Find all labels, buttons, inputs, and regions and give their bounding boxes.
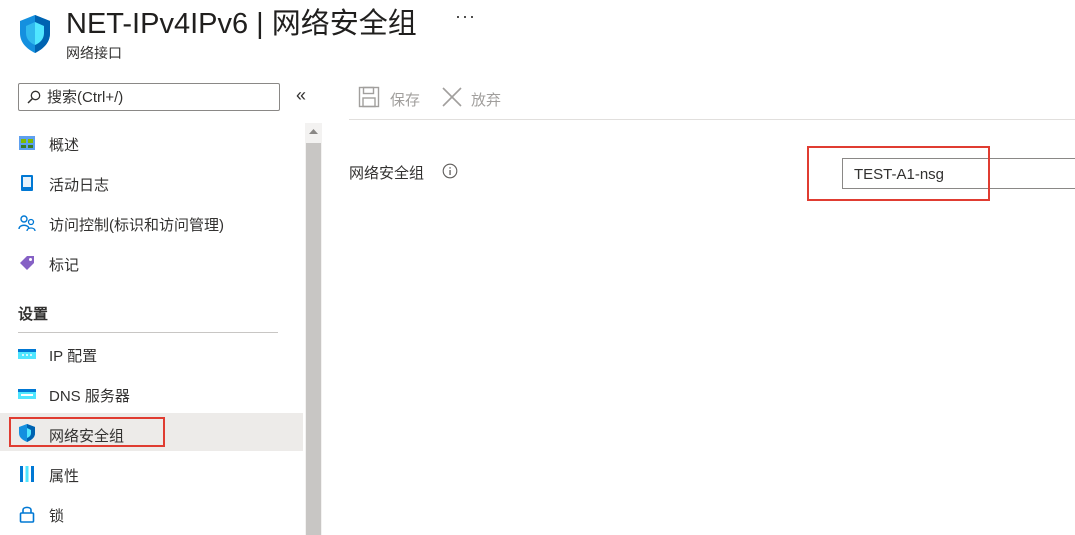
sidebar-item-label: 访问控制(标识和访问管理) [49, 217, 224, 234]
tag-icon [20, 256, 34, 270]
settings-section-header: 设置 [18, 306, 49, 323]
network-security-group-icon [20, 15, 50, 53]
sidebar-item-label: 概述 [49, 137, 80, 154]
page-subtitle: 网络接口 [66, 45, 122, 61]
overview-icon [19, 136, 35, 150]
scroll-up-arrow-icon[interactable] [305, 123, 322, 140]
discard-label: 放弃 [471, 92, 502, 109]
sidebar-item-properties[interactable]: 属性 [0, 455, 303, 493]
toolbar-divider [349, 119, 1075, 120]
properties-icon [20, 466, 34, 482]
search-icon [27, 90, 41, 104]
scrollbar-thumb[interactable] [306, 143, 321, 535]
sidebar-item-dns-servers[interactable]: DNS 服务器 [0, 375, 303, 413]
discard-button[interactable]: 放弃 [441, 86, 511, 110]
value-highlight [807, 146, 990, 201]
search-input[interactable] [47, 86, 275, 108]
lock-icon [19, 506, 35, 523]
sidebar-item-locks[interactable]: 锁 [0, 495, 303, 533]
selected-item-highlight [9, 417, 165, 447]
sidebar-item-tags[interactable]: 标记 [0, 244, 303, 282]
save-icon [358, 86, 380, 108]
sidebar-item-overview[interactable]: 概述 [0, 124, 303, 162]
info-icon[interactable] [442, 163, 458, 179]
access-control-icon [18, 215, 36, 232]
sidebar-item-label: 属性 [49, 468, 80, 485]
activity-log-icon [21, 175, 33, 191]
page-title: NET-IPv4IPv6 | 网络安全组 [66, 8, 417, 40]
sidebar-item-access-control[interactable]: 访问控制(标识和访问管理) [0, 204, 303, 242]
sidebar-item-ip-config[interactable]: IP 配置 [0, 335, 303, 373]
sidebar-item-label: 标记 [49, 257, 80, 274]
sidebar-item-label: 锁 [49, 508, 65, 525]
more-options-button[interactable]: ··· [455, 6, 476, 27]
sidebar-item-label: IP 配置 [49, 348, 98, 365]
save-label: 保存 [390, 92, 421, 109]
sidebar-item-activity-log[interactable]: 活动日志 [0, 164, 303, 202]
ip-config-icon [18, 349, 36, 359]
collapse-sidebar-button[interactable]: « [296, 85, 306, 106]
sidebar-search[interactable] [18, 83, 280, 111]
close-icon [442, 87, 462, 107]
save-button[interactable]: 保存 [358, 86, 428, 110]
section-divider [18, 332, 278, 333]
sidebar-item-label: DNS 服务器 [49, 388, 130, 405]
nsg-field-label: 网络安全组 [349, 165, 425, 182]
sidebar-item-label: 活动日志 [49, 177, 110, 194]
dns-icon [18, 389, 36, 399]
